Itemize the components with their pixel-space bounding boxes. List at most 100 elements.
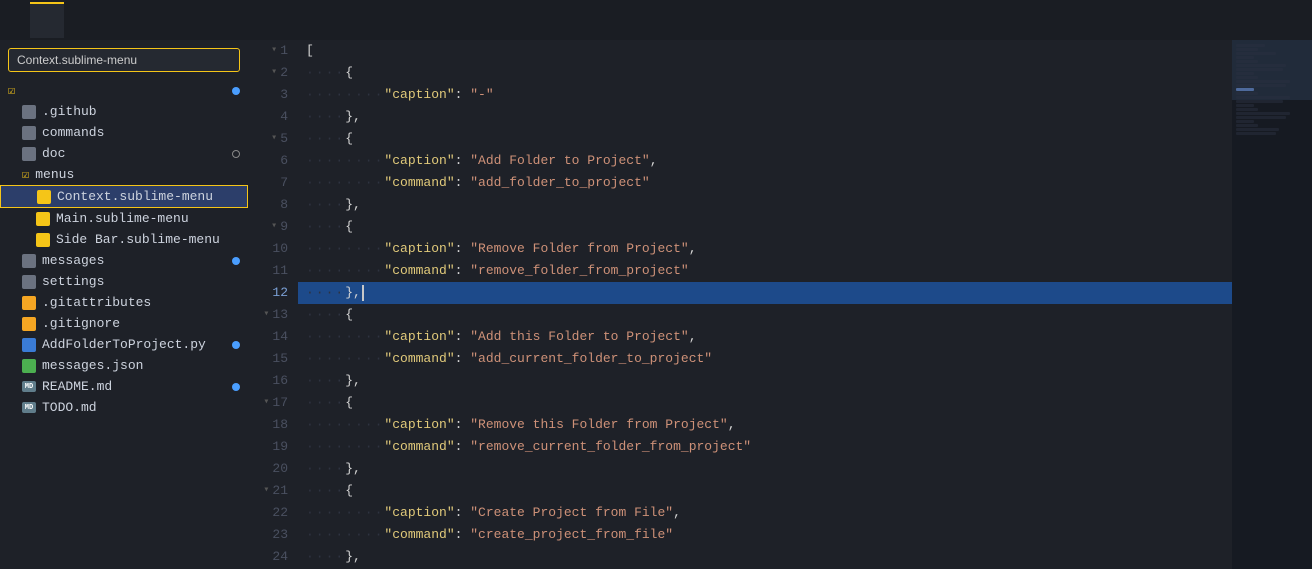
sidebar-item-readme[interactable]: MD README.md — [0, 376, 248, 397]
line-number: ▾17 — [248, 392, 288, 414]
sidebar-item-label: messages — [42, 253, 104, 268]
sidebar-item-label: doc — [42, 146, 65, 161]
sidebar-item-doc[interactable]: doc — [0, 143, 248, 164]
folder-icon — [22, 105, 36, 119]
line-number: ▾1 — [248, 40, 288, 62]
code-line[interactable]: ········"caption": "Create Project from … — [298, 502, 1232, 524]
folder-icon — [22, 254, 36, 268]
sidebar-item-project[interactable]: ☑ — [0, 80, 248, 101]
sidebar-item-label: TODO.md — [42, 400, 97, 415]
folder-icon — [22, 275, 36, 289]
line-number: 3 — [248, 84, 288, 106]
code-line[interactable]: ····}, — [298, 546, 1232, 568]
code-line[interactable]: ····{ — [298, 216, 1232, 238]
checkbox-checked-icon: ☑ — [8, 83, 15, 98]
sidebar-item-main-menu[interactable]: Main.sublime-menu — [0, 208, 248, 229]
checkbox-icon: ☑ — [22, 167, 29, 182]
sidebar-item-gitignore[interactable]: .gitignore — [0, 313, 248, 334]
sidebar-item-label: menus — [35, 167, 74, 182]
code-line[interactable]: [ — [298, 40, 1232, 62]
code-line[interactable]: ········"command": "remove_folder_from_p… — [298, 260, 1232, 282]
line-number: 14 — [248, 326, 288, 348]
sidebar-item-gitattributes[interactable]: .gitattributes — [0, 292, 248, 313]
code-line[interactable]: ········"command": "create_project_from_… — [298, 524, 1232, 546]
sidebar-item-context-menu[interactable]: Context.sublime-menu — [0, 185, 248, 208]
sidebar-item-label: .github — [42, 104, 97, 119]
file-icon-py — [22, 338, 36, 352]
sidebar-item-label: .gitignore — [42, 316, 120, 331]
sidebar-item-menus[interactable]: ☑ menus — [0, 164, 248, 185]
code-line[interactable]: ········"caption": "-" — [298, 84, 1232, 106]
line-numbers: ▾1▾234▾5678▾9101112▾13141516▾17181920▾21… — [248, 40, 298, 569]
line-number: 24 — [248, 546, 288, 568]
minimap — [1232, 40, 1312, 569]
code-line[interactable]: ····}, — [298, 458, 1232, 480]
line-number: 19 — [248, 436, 288, 458]
code-line[interactable]: ········"caption": "Remove this Folder f… — [298, 414, 1232, 436]
file-icon-green — [22, 359, 36, 373]
unsaved-badge — [232, 87, 240, 95]
code-line[interactable]: ····}, — [298, 282, 1232, 304]
code-line[interactable]: ····}, — [298, 106, 1232, 128]
line-number: 22 — [248, 502, 288, 524]
line-number: 16 — [248, 370, 288, 392]
line-number: 12 — [248, 282, 288, 304]
editor-area[interactable]: ▾1▾234▾5678▾9101112▾13141516▾17181920▾21… — [248, 40, 1312, 569]
sidebar-item-label: commands — [42, 125, 104, 140]
sidebar-item-github[interactable]: .github — [0, 101, 248, 122]
sidebar-item-json[interactable]: messages.json — [0, 355, 248, 376]
file-icon-yellow — [37, 190, 51, 204]
sidebar-item-todo[interactable]: MD TODO.md — [0, 397, 248, 418]
line-number: ▾9 — [248, 216, 288, 238]
line-number: 6 — [248, 150, 288, 172]
sidebar: ☑ .github commands doc ☑ menus Cont — [0, 40, 248, 569]
code-line[interactable]: ········"command": "add_folder_to_projec… — [298, 172, 1232, 194]
sidebar-item-messages[interactable]: messages — [0, 250, 248, 271]
line-number: 7 — [248, 172, 288, 194]
sidebar-item-label: .gitattributes — [42, 295, 151, 310]
unsaved-badge — [232, 383, 240, 391]
file-icon-yellow — [36, 212, 50, 226]
line-number: 11 — [248, 260, 288, 282]
line-number: 23 — [248, 524, 288, 546]
code-line[interactable]: ····{ — [298, 128, 1232, 150]
code-line[interactable]: ····{ — [298, 62, 1232, 84]
line-number: ▾2 — [248, 62, 288, 84]
folder-icon — [22, 147, 36, 161]
sidebar-item-sidebar-menu[interactable]: Side Bar.sublime-menu — [0, 229, 248, 250]
main-layout: ☑ .github commands doc ☑ menus Cont — [0, 40, 1312, 569]
sidebar-item-label: Main.sublime-menu — [56, 211, 189, 226]
active-tab[interactable] — [30, 2, 64, 38]
code-line[interactable]: ········"caption": "Add this Folder to P… — [298, 326, 1232, 348]
code-line[interactable]: ········"command": "remove_current_folde… — [298, 436, 1232, 458]
code-line[interactable]: ····}, — [298, 194, 1232, 216]
line-number: ▾5 — [248, 128, 288, 150]
code-content[interactable]: [····{········"caption": "-"····},····{·… — [298, 40, 1232, 569]
sidebar-search-input[interactable] — [8, 48, 240, 72]
code-line[interactable]: ····{ — [298, 480, 1232, 502]
line-number: 8 — [248, 194, 288, 216]
folder-icon — [22, 126, 36, 140]
unsaved-badge — [232, 341, 240, 349]
sidebar-item-py[interactable]: AddFolderToProject.py — [0, 334, 248, 355]
line-number: 10 — [248, 238, 288, 260]
sidebar-item-label: settings — [42, 274, 104, 289]
unsaved-badge — [232, 257, 240, 265]
sidebar-item-settings[interactable]: settings — [0, 271, 248, 292]
file-icon-md: MD — [22, 381, 36, 392]
unsaved-badge-empty — [232, 150, 240, 158]
file-icon-md: MD — [22, 402, 36, 413]
code-line[interactable]: ········"caption": "Add Folder to Projec… — [298, 150, 1232, 172]
line-number: 20 — [248, 458, 288, 480]
sidebar-item-label: messages.json — [42, 358, 143, 373]
sidebar-item-label: AddFolderToProject.py — [42, 337, 206, 352]
code-line[interactable]: ········"caption": "Remove Folder from P… — [298, 238, 1232, 260]
code-line[interactable]: ····{ — [298, 392, 1232, 414]
sidebar-item-commands[interactable]: commands — [0, 122, 248, 143]
file-icon-orange — [22, 296, 36, 310]
sidebar-item-label: Side Bar.sublime-menu — [56, 232, 220, 247]
code-line[interactable]: ········"command": "add_current_folder_t… — [298, 348, 1232, 370]
code-line[interactable]: ····}, — [298, 370, 1232, 392]
line-number: ▾13 — [248, 304, 288, 326]
code-line[interactable]: ····{ — [298, 304, 1232, 326]
